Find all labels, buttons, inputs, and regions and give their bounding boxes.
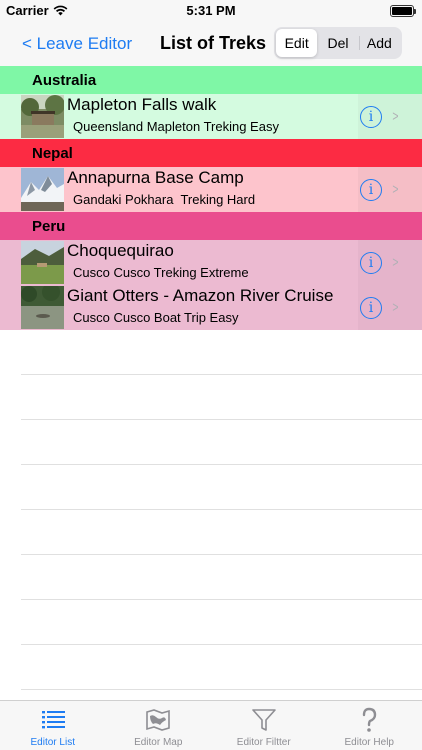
info-icon[interactable]: i <box>360 179 382 201</box>
empty-row-separator <box>21 644 422 645</box>
tab-editor-help[interactable]: Editor Help <box>317 701 422 750</box>
trek-title: Giant Otters - Amazon River Cruise <box>67 286 334 305</box>
section-header-nepal: Nepal <box>0 139 422 167</box>
row-accessory: i > <box>358 285 422 330</box>
trek-subtitle: Gandaki Pokhara Treking Hard <box>73 192 256 207</box>
tab-bar: Editor List Editor Map Editor Filtter Ed… <box>0 700 422 750</box>
section-header-peru: Peru <box>0 212 422 240</box>
chevron-right-icon[interactable]: > <box>392 181 398 198</box>
chevron-right-icon[interactable]: > <box>392 254 398 271</box>
battery-icon <box>390 5 416 17</box>
info-icon[interactable]: i <box>360 252 382 274</box>
segment-del[interactable]: Del <box>317 29 358 57</box>
trek-subtitle: Cusco Cusco Treking Extreme <box>73 265 249 280</box>
leave-editor-button[interactable]: < Leave Editor <box>22 34 132 54</box>
list-icon <box>41 711 65 729</box>
tab-editor-map[interactable]: Editor Map <box>106 701 212 750</box>
empty-row-separator <box>21 599 422 600</box>
status-time: 5:31 PM <box>186 3 236 18</box>
section-header-australia: Australia <box>0 66 422 94</box>
trek-row[interactable]: Choquequirao Cusco Cusco Treking Extreme… <box>0 240 422 285</box>
filter-icon <box>251 709 276 731</box>
tab-editor-filter[interactable]: Editor Filtter <box>211 701 317 750</box>
info-icon[interactable]: i <box>360 297 382 319</box>
help-icon <box>363 707 377 732</box>
edit-mode-segmented-control: Edit Del Add <box>274 27 402 59</box>
trek-thumbnail <box>21 241 64 284</box>
empty-row-separator <box>21 464 422 465</box>
trek-subtitle: Cusco Cusco Boat Trip Easy <box>73 310 239 325</box>
trek-row[interactable]: Annapurna Base Camp Gandaki Pokhara Trek… <box>0 167 422 212</box>
segment-add[interactable]: Add <box>358 29 400 57</box>
trek-subtitle: Queensland Mapleton Treking Easy <box>73 119 279 134</box>
trek-thumbnail <box>21 168 64 211</box>
row-accessory: i > <box>358 94 422 139</box>
trek-title: Choquequirao <box>67 241 174 260</box>
map-icon <box>146 709 171 731</box>
info-icon[interactable]: i <box>360 106 382 128</box>
chevron-right-icon[interactable]: > <box>392 108 398 125</box>
row-accessory: i > <box>358 240 422 285</box>
page-title: List of Treks <box>160 33 267 53</box>
trek-row[interactable]: Giant Otters - Amazon River Cruise Cusco… <box>0 285 422 330</box>
empty-row-separator <box>21 689 422 690</box>
empty-row-separator <box>21 374 422 375</box>
row-accessory: i > <box>358 167 422 212</box>
tab-label: Editor Filtter <box>236 737 291 748</box>
chevron-right-icon[interactable]: > <box>392 299 398 316</box>
empty-row-separator <box>21 554 422 555</box>
trek-thumbnail <box>21 286 64 329</box>
trek-title: Annapurna Base Camp <box>67 168 244 187</box>
tab-label: Editor Map <box>134 737 183 748</box>
trek-list: Australia Mapleton Falls walk Queensland… <box>0 66 422 330</box>
empty-row-separator <box>21 419 422 420</box>
trek-row[interactable]: Mapleton Falls walk Queensland Mapleton … <box>0 94 422 139</box>
tab-label: Editor List <box>30 737 75 748</box>
status-bar: Carrier 5:31 PM <box>0 0 422 22</box>
navigation-bar: < Leave Editor List of Treks Edit Del Ad… <box>0 22 422 66</box>
tab-label: Editor Help <box>344 737 394 748</box>
trek-title: Mapleton Falls walk <box>67 95 217 114</box>
segment-edit[interactable]: Edit <box>276 29 318 57</box>
empty-row-separator <box>21 509 422 510</box>
trek-thumbnail <box>21 95 64 138</box>
tab-editor-list[interactable]: Editor List <box>0 701 106 750</box>
